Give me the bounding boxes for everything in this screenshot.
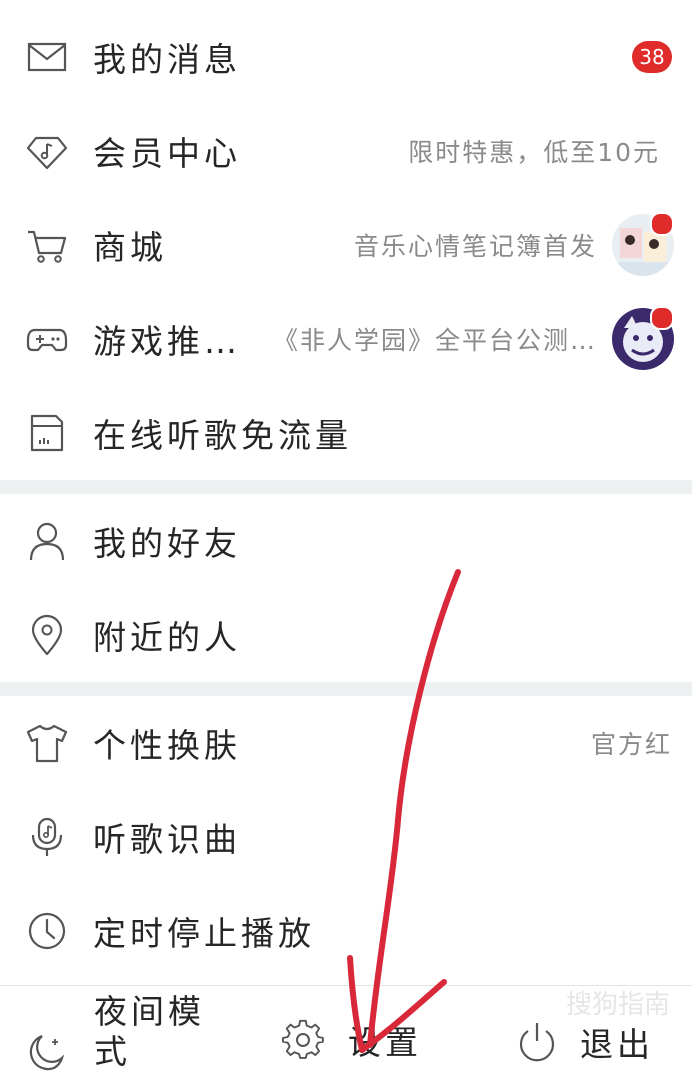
- menu-item-recognize-song[interactable]: 听歌识曲: [0, 790, 692, 884]
- menu-item-nearby[interactable]: 附近的人: [0, 588, 692, 682]
- menu-item-messages[interactable]: 我的消息 38: [0, 10, 692, 104]
- menu-item-hint: 音乐心情笔记簿首发: [353, 232, 597, 261]
- moon-icon: [26, 1030, 68, 1072]
- person-icon: [26, 520, 68, 562]
- menu-item-label: 我的消息: [93, 40, 241, 79]
- section-divider: [0, 682, 692, 696]
- menu-item-mall[interactable]: 商城 音乐心情笔记簿首发: [0, 198, 692, 292]
- watermark: 搜狗指南: [565, 990, 670, 1020]
- menu-item-hint: 限时特惠，低至10元: [408, 138, 660, 167]
- current-skin-value: 官方红: [590, 730, 672, 759]
- gamepad-icon: [26, 318, 68, 360]
- tshirt-icon: [26, 722, 68, 764]
- microphone-music-icon: [26, 816, 68, 858]
- mail-icon: [26, 36, 68, 78]
- settings-label: 设置: [348, 1023, 422, 1062]
- menu-item-skin[interactable]: 个性换肤 官方红: [0, 696, 692, 790]
- power-icon: [516, 1021, 558, 1063]
- menu-item-sleep-timer[interactable]: 定时停止播放: [0, 884, 692, 978]
- menu-item-games[interactable]: 游戏推… 《非人学园》全平台公测…: [0, 292, 692, 386]
- menu-item-label: 会员中心: [93, 134, 241, 173]
- location-pin-icon: [26, 614, 68, 656]
- menu-item-free-flow[interactable]: 在线听歌免流量: [0, 386, 692, 480]
- settings-button[interactable]: 设置: [282, 1016, 422, 1064]
- sim-card-icon: [26, 412, 68, 454]
- logout-label: 退出: [580, 1025, 654, 1064]
- menu-item-label: 个性换肤: [93, 726, 241, 765]
- menu-item-label: 在线听歌免流量: [93, 416, 352, 455]
- menu-item-hint: 《非人学园》全平台公测…: [272, 326, 597, 355]
- clock-icon: [26, 910, 68, 952]
- menu-item-label: 我的好友: [93, 524, 241, 563]
- menu-item-label: 游戏推…: [93, 322, 241, 361]
- night-mode-button[interactable]: 夜间模式: [26, 992, 224, 1072]
- unread-count-badge: 38: [632, 41, 672, 73]
- menu-item-label: 听歌识曲: [93, 820, 241, 859]
- cart-icon: [26, 224, 68, 266]
- new-indicator-dot: [650, 212, 674, 236]
- menu-item-label: 定时停止播放: [93, 914, 315, 953]
- night-mode-label: 夜间模式: [94, 992, 205, 1071]
- gear-icon: [282, 1019, 324, 1061]
- menu-item-label: 附近的人: [93, 618, 241, 657]
- new-indicator-dot: [650, 306, 674, 330]
- logout-button[interactable]: 退出: [516, 1018, 654, 1066]
- menu-item-friends[interactable]: 我的好友: [0, 494, 692, 588]
- menu-item-vip-center[interactable]: 会员中心 限时特惠，低至10元: [0, 104, 692, 198]
- menu-item-label: 商城: [93, 228, 167, 267]
- vip-tag-icon: [26, 130, 68, 172]
- section-divider: [0, 480, 692, 494]
